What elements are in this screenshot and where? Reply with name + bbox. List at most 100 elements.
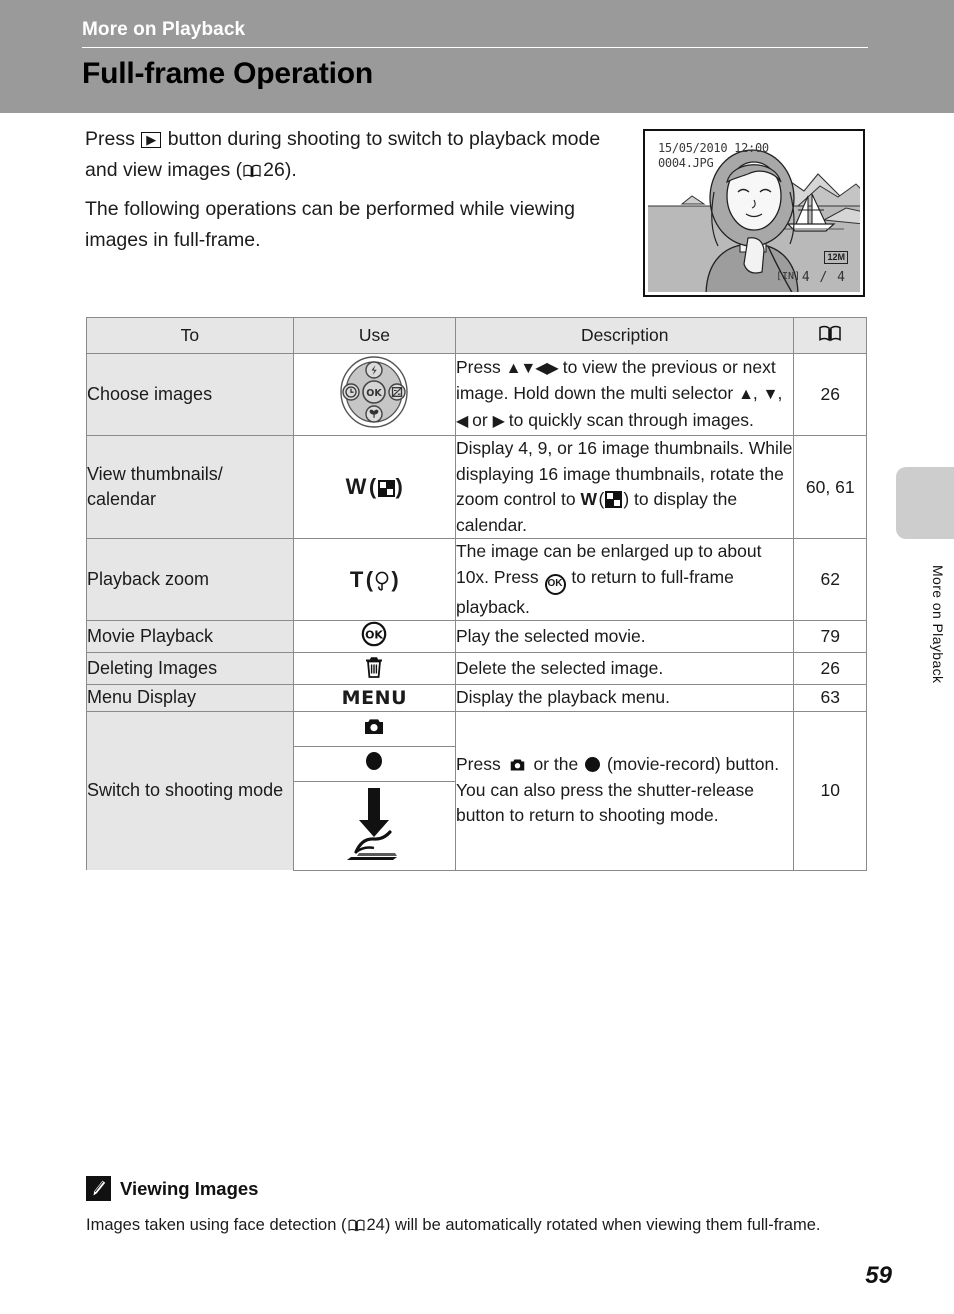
row-desc-view-thumbnails: Display 4, 9, or 16 image thumbnails. Wh… [454, 435, 795, 539]
paren-close: ) [391, 566, 399, 592]
paren-close: ) [395, 474, 404, 499]
side-chapter-tab-label: More on Playback [930, 565, 946, 684]
playback-button-icon: ▶ [141, 132, 162, 148]
desc-comma-1: , [752, 383, 758, 404]
svg-text:OK: OK [367, 388, 383, 399]
desc-body-2: (movie-record) button. You can also pres… [455, 754, 780, 826]
table-row: Movie Playback OK Play the selected movi… [86, 620, 867, 653]
table-row: Switch to shooting mode Press or the (mo… [86, 710, 867, 871]
row-use-menu-button: MENU [292, 684, 456, 712]
row-use-camera-button [292, 710, 456, 747]
row-ref-switch-shooting-mode: 10 [793, 710, 867, 871]
chapter-label: More on Playback [82, 19, 246, 40]
ok-button-icon: OK [361, 621, 387, 651]
desc-press-word: Press [455, 356, 501, 377]
pencil-note-icon [86, 1176, 111, 1201]
wide-zoom-label: W [345, 474, 367, 499]
camera-shooting-mode-icon [508, 754, 527, 771]
row-ref-deleting-images: 26 [793, 652, 867, 685]
column-header-description: Description [454, 317, 795, 354]
tele-zoom-label: T [349, 566, 364, 592]
arrow-left-icon: ◀ [455, 412, 468, 430]
row-label-playback-zoom: Playback zoom [86, 538, 294, 621]
book-reference-icon [243, 157, 261, 188]
row-label-deleting-images: Deleting Images [86, 652, 294, 685]
row-use-movie-record-button [292, 745, 456, 782]
arrow-down-icon: ▼ [762, 386, 779, 404]
book-reference-icon [348, 1215, 365, 1240]
row-use-multi-selector: OK [292, 353, 456, 436]
lcd-filename: 0004.JPG [658, 156, 714, 170]
page-title: Full-frame Operation [82, 57, 374, 90]
ok-button-icon: OK [544, 573, 566, 595]
row-desc-switch-shooting-mode: Press or the (movie-record) button. You … [454, 710, 795, 871]
lcd-osd-text: 15/05/2010 12:00 0004.JPG [658, 141, 769, 171]
movie-record-button-icon [585, 757, 601, 773]
arrow-up-icon: ▲ [738, 386, 754, 404]
page-number: 59 [865, 1262, 892, 1289]
lcd-internal-memory-label: IN [782, 271, 795, 282]
book-icon [819, 325, 841, 346]
row-label-menu-display: Menu Display [86, 684, 294, 712]
intro-press-word: Press [85, 128, 135, 150]
column-header-reference [793, 317, 867, 354]
table-row: Choose images OK Press ▲▼◀▶ to view the … [86, 353, 867, 436]
note-title: Viewing Images [120, 1177, 259, 1199]
column-header-to: To [86, 317, 294, 354]
trash-icon [363, 657, 385, 683]
intro-paragraph-1: Press ▶ button during shooting to switch… [85, 124, 620, 188]
table-row: Deleting Images Delete the selected imag… [86, 652, 867, 685]
row-desc-playback-zoom: The image can be enlarged up to about 10… [454, 538, 795, 621]
side-chapter-tab [896, 467, 954, 539]
lcd-screen-content: 15/05/2010 12:00 0004.JPG 12M [IN] 4 / 4 [648, 134, 860, 292]
intro-paragraph-2: The following operations can be performe… [85, 198, 575, 251]
row-use-wide-zoom: W () [292, 435, 456, 539]
page-header-band: More on Playback Full-frame Operation [0, 0, 954, 113]
svg-text:OK: OK [365, 628, 383, 641]
desc-wide-label: W [580, 489, 598, 509]
row-use-trash-button [292, 652, 456, 685]
paren-open: ( [363, 566, 374, 592]
row-label-switch-shooting-mode: Switch to shooting mode [86, 710, 294, 870]
desc-press-word: Press [455, 754, 501, 775]
note-body-1: Images taken using face detection ( [86, 1216, 347, 1234]
row-ref-movie-playback: 79 [793, 620, 867, 653]
movie-record-button-icon [363, 752, 385, 776]
camera-shooting-mode-icon [362, 719, 386, 740]
desc-comma-2: , [777, 383, 783, 404]
desc-body-1: to view the previous or next image. Hold… [455, 356, 776, 404]
desc-body-2: to quickly scan through images. [508, 409, 754, 430]
menu-button-icon: MENU [341, 686, 408, 709]
intro-text-1-end: ). [284, 159, 297, 181]
note-body-2: ) will be automatically rotated when vie… [384, 1216, 821, 1234]
row-desc-menu-display: Display the playback menu. [454, 684, 795, 712]
paren-open: ( [366, 474, 377, 499]
table-row: Playback zoom T () The image can be enla… [86, 538, 867, 621]
row-use-ok-button: OK [292, 620, 456, 653]
page-header-content: More on Playback Full-frame Operation [82, 18, 868, 92]
lcd-frame-counter: 4 / 4 [801, 270, 846, 285]
multi-selector-dial-icon: OK [336, 356, 412, 434]
note-body: Images taken using face detection (24) w… [86, 1213, 856, 1240]
desc-or-word: or [472, 409, 488, 430]
row-label-choose-images: Choose images [86, 353, 294, 436]
header-divider [82, 47, 868, 48]
intro-ref-1: 26 [263, 159, 285, 181]
row-label-view-thumbnails: View thumbnails/ calendar [86, 435, 294, 539]
row-desc-movie-playback: Play the selected movie. [454, 620, 795, 653]
table-row: Menu Display MENU Display the playback m… [86, 684, 867, 712]
direction-arrows-icon: ▲▼◀▶ [505, 359, 559, 377]
row-use-shutter-release [292, 780, 456, 871]
row-desc-deleting-images: Delete the selected image. [454, 652, 795, 685]
thumbnail-grid-icon [377, 480, 395, 497]
note-header: Viewing Images [86, 1176, 856, 1201]
table-header-row: To Use Description [86, 317, 867, 354]
row-ref-menu-display: 63 [793, 684, 867, 712]
table-row: View thumbnails/ calendar W () Display 4… [86, 435, 867, 539]
operations-table: To Use Description Choose images OK Pres… [86, 317, 867, 871]
lcd-internal-memory-icon: [IN] [776, 271, 801, 282]
row-desc-choose-images: Press ▲▼◀▶ to view the previous or next … [454, 353, 795, 436]
shutter-release-press-icon [339, 788, 409, 866]
note-block: Viewing Images Images taken using face d… [86, 1176, 856, 1240]
lcd-datetime: 15/05/2010 12:00 [658, 141, 769, 155]
